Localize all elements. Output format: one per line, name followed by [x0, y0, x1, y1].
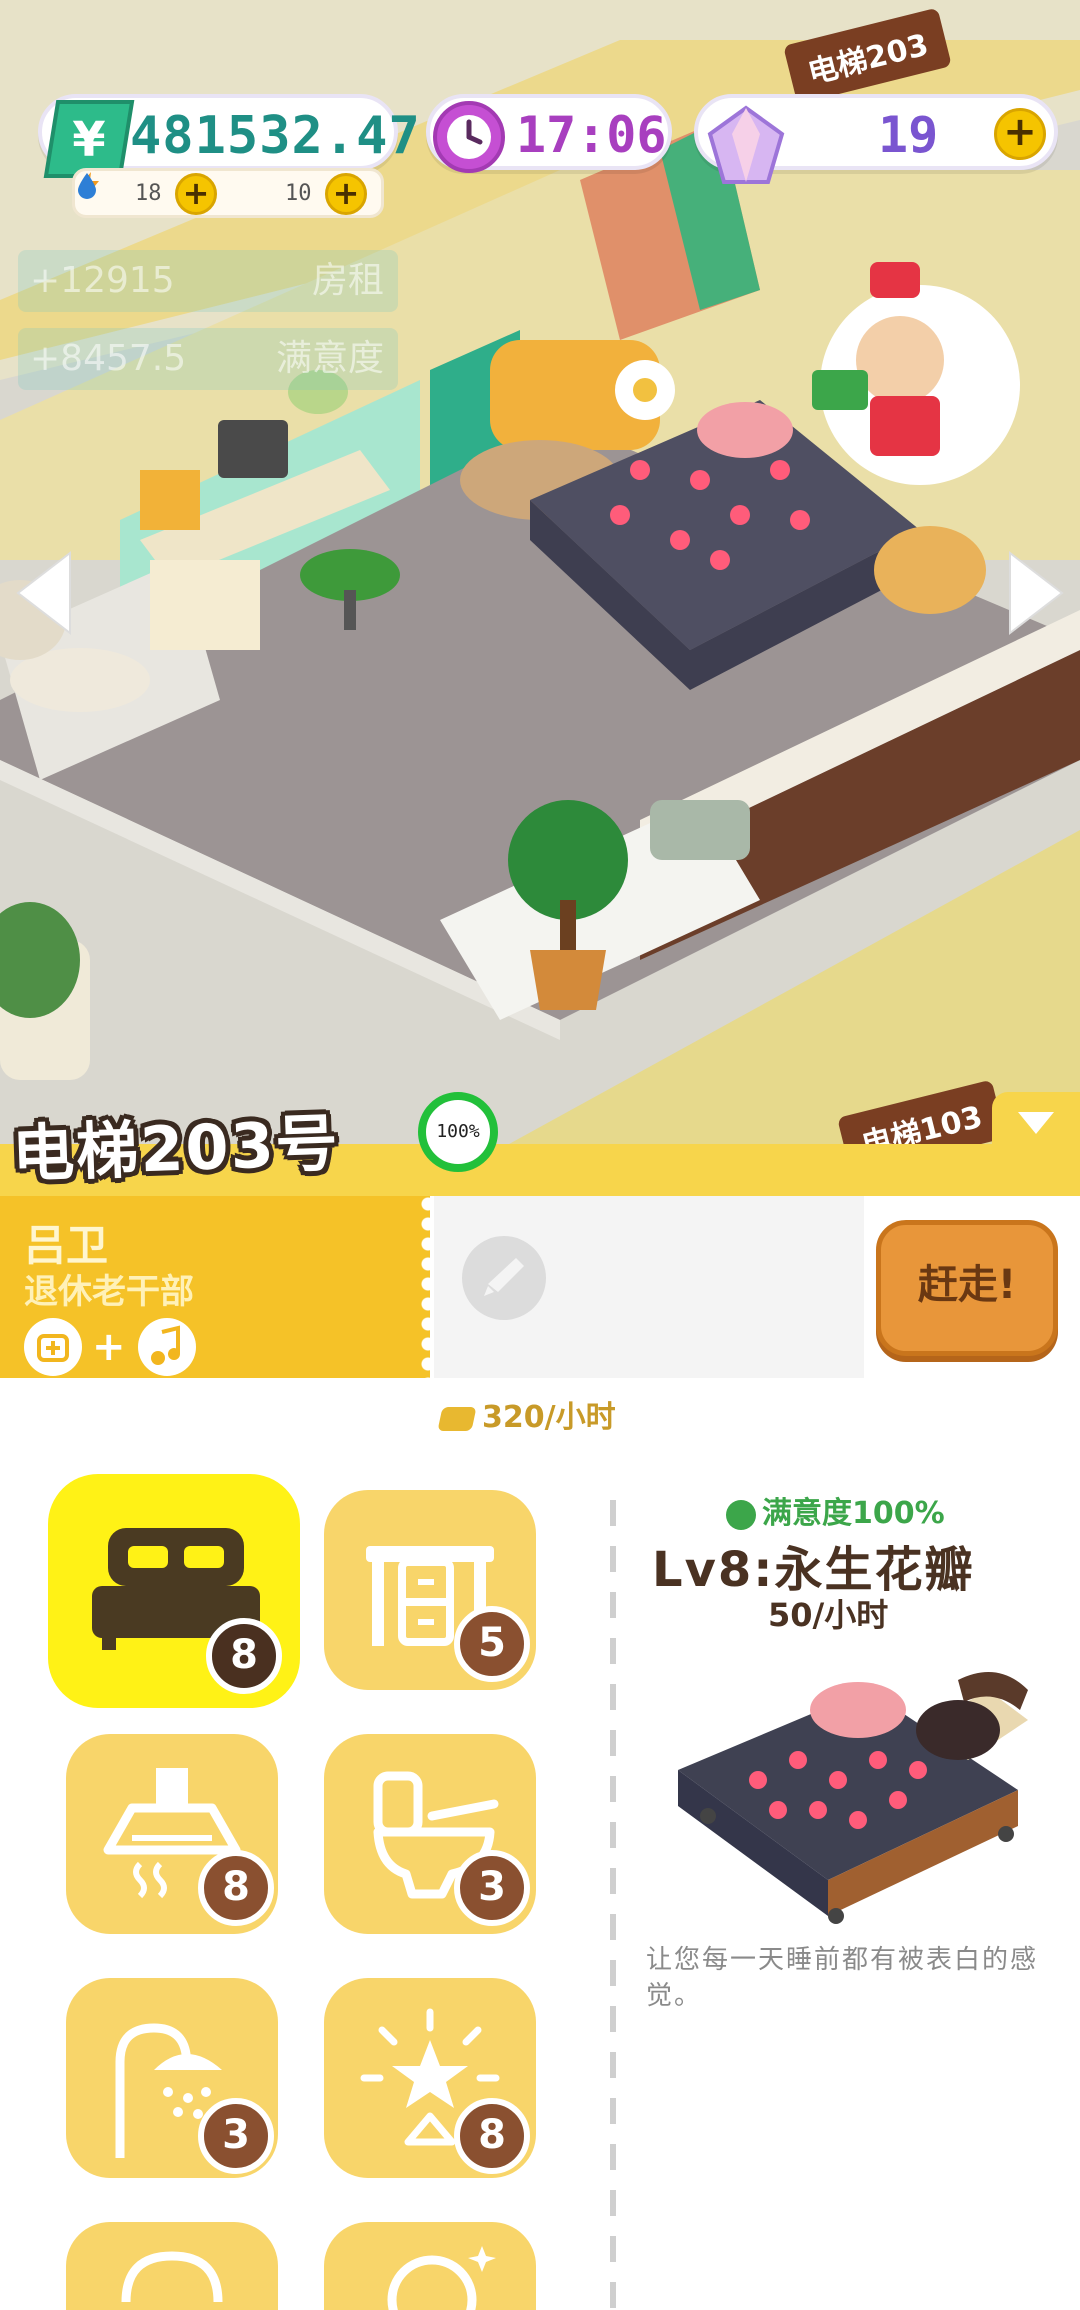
rent-rate-value: 320/小时: [482, 1400, 616, 1435]
category-bed-count: 8: [206, 1618, 282, 1694]
evict-button[interactable]: 赶走!: [876, 1220, 1058, 1356]
rent-income-value: +12915: [30, 260, 175, 301]
empty-tenant-slot[interactable]: [434, 1196, 864, 1378]
item-preview-bed: [678, 1672, 1028, 1924]
satisfaction-income-label: 满意度: [275, 338, 384, 379]
rent-income-label: 房租: [311, 260, 384, 301]
gem-display: 19 +: [694, 94, 1058, 184]
rent-rate: 320/小时: [437, 1392, 616, 1436]
item-description: 让您每一天睡前都有被表白的感觉。: [646, 1945, 1039, 2011]
empty-slot-icon: [462, 1236, 546, 1320]
sofa-icon: [121, 2251, 223, 2303]
tenant-role: 退休老干部: [24, 1272, 194, 1312]
money-value: 481532.47: [130, 106, 421, 166]
category-kitchen-tile[interactable]: 8: [66, 1734, 278, 1934]
card-perforation: [420, 1196, 430, 1378]
satisfaction-income-value: +8457.5: [30, 338, 187, 379]
game-screen: 电梯203 电梯103 +12915 房租 +8457.5 满意度 ¥ 4815…: [0, 0, 1080, 2310]
gem-icon: [707, 105, 785, 184]
item-satisfaction-value: 满意度100%: [762, 1496, 945, 1531]
tenant-card[interactable]: 吕卫 退休老干部 +: [0, 1196, 430, 1378]
gem-value: 19: [878, 106, 939, 164]
next-room-arrow-icon[interactable]: [1000, 548, 1070, 638]
category-shower-tile[interactable]: 3: [66, 1978, 278, 2178]
item-satisfaction: 满意度100%: [726, 1488, 945, 1532]
category-toilet-count: 3: [454, 1850, 530, 1926]
item-rate: 50/小时: [768, 1596, 889, 1634]
add-water-button[interactable]: +: [325, 173, 367, 215]
category-kitchen-count: 8: [198, 1850, 274, 1926]
smile-icon: [726, 1499, 756, 1530]
category-bed-tile[interactable]: 8: [48, 1474, 300, 1708]
category-more-tile-1[interactable]: [66, 2222, 278, 2310]
category-decor-tile[interactable]: 8: [324, 1978, 536, 2178]
category-more-tile-2[interactable]: [324, 2222, 536, 2310]
resource-bar: 18 + 10 +: [72, 168, 384, 218]
trait-health-icon[interactable]: [24, 1318, 82, 1376]
water-drop-icon: [78, 173, 96, 199]
prev-room-arrow-icon[interactable]: [10, 548, 80, 638]
category-desk-tile[interactable]: 5: [324, 1490, 536, 1690]
add-gems-button[interactable]: +: [994, 108, 1046, 160]
collapse-panel-button[interactable]: [992, 1092, 1080, 1152]
panel-divider: [610, 1500, 616, 2310]
svg-text:¥: ¥: [72, 112, 105, 168]
room-title: 电梯203号: [11, 1106, 341, 1191]
rent-income-ghost: +12915 房租: [18, 250, 398, 312]
category-desk-count: 5: [454, 1606, 530, 1682]
room-satisfaction-ring: 100%: [418, 1092, 498, 1172]
money-display: ¥ 481532.47: [38, 94, 420, 178]
time-display: 17:06: [426, 94, 672, 173]
room-scene[interactable]: 电梯203 电梯103 +12915 房租 +8457.5 满意度 ¥ 4815…: [0, 0, 1080, 1160]
add-energy-button[interactable]: +: [175, 173, 217, 215]
clock-icon: [433, 101, 505, 173]
category-decor-count: 8: [454, 2098, 530, 2174]
chevron-down-icon: [1018, 1112, 1054, 1134]
energy-value: 18: [135, 181, 162, 206]
lamp-icon: [387, 2246, 496, 2310]
time-value: 17:06: [516, 106, 667, 164]
trait-joiner: +: [92, 1324, 126, 1370]
satisfaction-income-ghost: +8457.5 满意度: [18, 328, 398, 390]
category-shower-count: 3: [198, 2098, 274, 2174]
coin-icon: [437, 1406, 477, 1431]
category-toilet-tile[interactable]: 3: [324, 1734, 536, 1934]
trait-music-icon[interactable]: [138, 1318, 196, 1376]
water-value: 10: [285, 181, 312, 206]
